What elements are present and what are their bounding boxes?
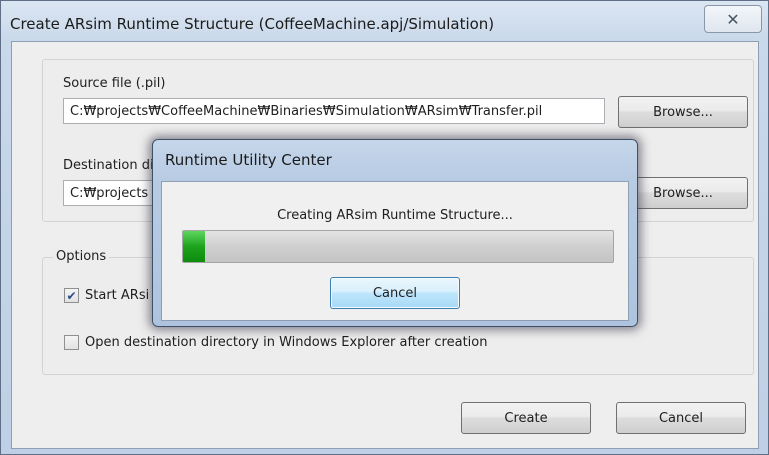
start-arsim-label: Start ARsi <box>85 288 150 303</box>
close-icon: ✕ <box>726 9 740 29</box>
progress-bar <box>182 230 614 263</box>
source-browse-button[interactable]: Browse... <box>618 96 748 128</box>
checkmark-icon: ✔ <box>66 288 77 303</box>
open-explorer-checkbox[interactable] <box>64 335 79 350</box>
source-file-input[interactable]: C:₩projects₩CoffeeMachine₩Binaries₩Simul… <box>63 98 605 124</box>
options-label: Options <box>53 249 110 264</box>
dialog-title: Create ARsim Runtime Structure (CoffeeMa… <box>10 15 495 33</box>
progress-dialog-body: Creating ARsim Runtime Structure... Canc… <box>161 181 629 321</box>
destination-input[interactable]: C:₩projects <box>63 180 163 206</box>
dialog-titlebar[interactable]: Create ARsim Runtime Structure (CoffeeMa… <box>1 1 768 45</box>
progress-dialog-title: Runtime Utility Center <box>165 151 332 169</box>
source-file-label: Source file (.pil) <box>63 76 166 91</box>
progress-cancel-button[interactable]: Cancel <box>330 277 460 309</box>
cancel-button[interactable]: Cancel <box>616 402 746 434</box>
start-arsim-checkbox[interactable]: ✔ <box>64 288 79 303</box>
create-button[interactable]: Create <box>461 402 591 434</box>
progress-message: Creating ARsim Runtime Structure... <box>277 208 513 223</box>
destination-label: Destination di <box>63 158 154 173</box>
progress-bar-fill <box>183 231 205 262</box>
progress-dialog: Runtime Utility Center Creating ARsim Ru… <box>152 139 638 327</box>
open-explorer-label: Open destination directory in Windows Ex… <box>85 335 488 350</box>
close-button[interactable]: ✕ <box>704 5 762 33</box>
